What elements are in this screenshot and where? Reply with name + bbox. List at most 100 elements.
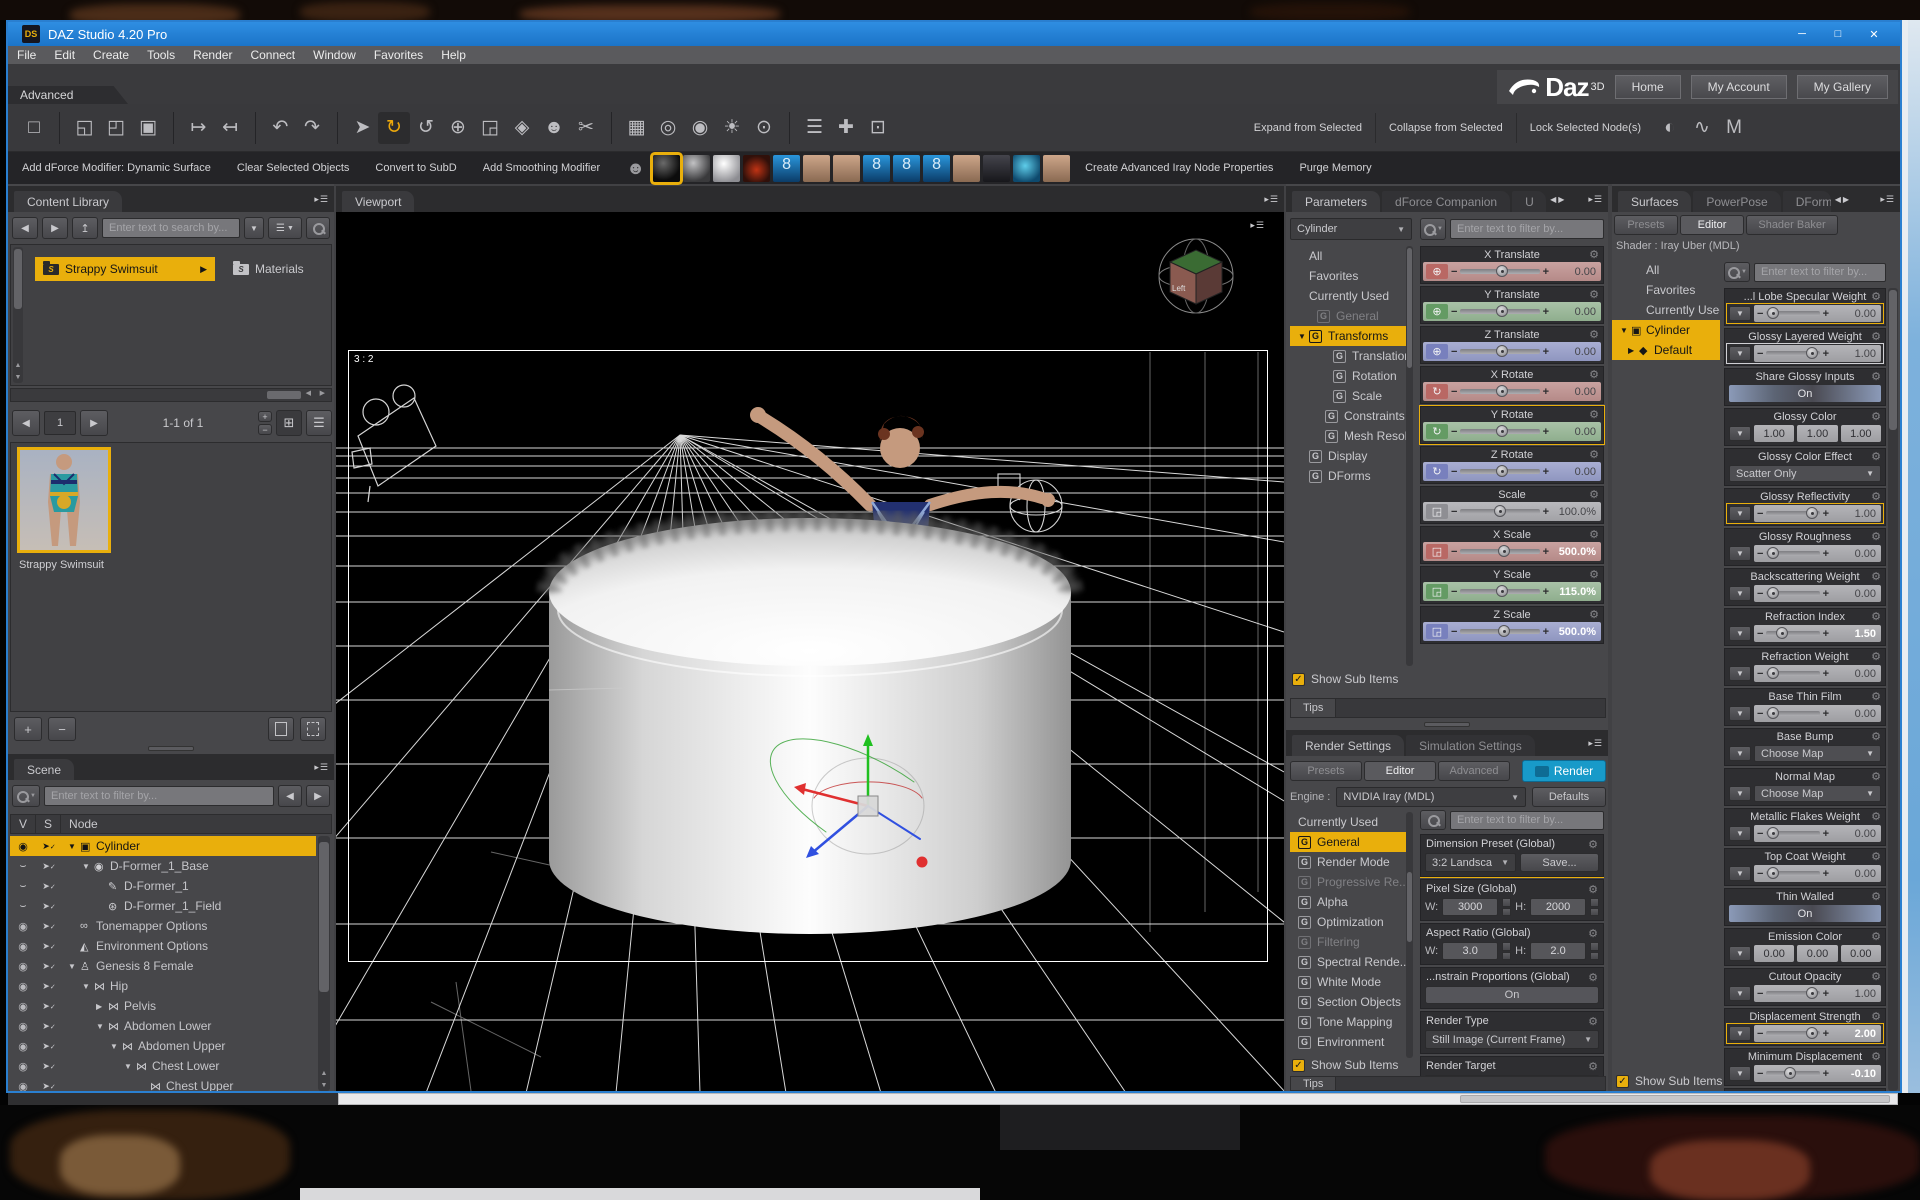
nudge-up-button[interactable]: + — [1823, 708, 1829, 720]
scroll-down-arrow[interactable]: ▼ — [13, 374, 23, 381]
add-button[interactable]: + — [14, 717, 42, 741]
folder-item-materials[interactable]: S Materials — [225, 257, 329, 281]
slider-knob[interactable] — [1496, 585, 1508, 597]
workspace-tab-advanced[interactable]: Advanced — [8, 86, 128, 104]
nudge-up-button[interactable]: + — [1823, 308, 1829, 320]
collapse-from-selected-button[interactable]: Collapse from Selected — [1375, 113, 1516, 143]
nudge-down-button[interactable]: − — [1451, 426, 1457, 438]
nudge-up-button[interactable]: + — [1543, 386, 1549, 398]
back-button[interactable]: ◀ — [12, 217, 38, 239]
slider-track[interactable] — [1766, 1031, 1819, 1036]
column-node[interactable]: Node — [61, 815, 106, 833]
expand-arrow-icon[interactable]: ▼ — [124, 1062, 136, 1071]
scene-tree-row[interactable]: ⌣ ➤✓ ▼ ◉ D-Former_1_Base — [10, 856, 316, 876]
property-value[interactable]: 0.00 — [1832, 708, 1878, 720]
render-settings-nav-item[interactable]: G Filtering — [1290, 932, 1412, 952]
camera-icon[interactable]: ⊙ — [748, 112, 780, 144]
aspect-height-field[interactable]: 2.0 — [1530, 942, 1586, 960]
constrain-toggle[interactable]: On — [1425, 986, 1599, 1004]
tab-scroll-left-icon[interactable]: ◀ — [1550, 195, 1556, 204]
slider-track[interactable] — [1766, 631, 1819, 636]
iray-preview-icon[interactable]: ◐ — [1654, 112, 1686, 144]
target-icon[interactable]: ✚ — [830, 112, 862, 144]
nudge-up-button[interactable]: + — [1823, 348, 1829, 360]
filter-button[interactable]: ▼ — [1420, 218, 1446, 240]
parameter-value[interactable]: 500.0% — [1552, 626, 1598, 638]
tab-clipped[interactable]: U — [1512, 191, 1546, 212]
map-dropdown-icon[interactable]: ▼ — [1729, 1026, 1751, 1041]
property-value[interactable]: -0.10 — [1832, 1068, 1878, 1080]
selectable-cursor-icon[interactable]: ➤✓ — [36, 1081, 62, 1092]
slider-track[interactable] — [1766, 311, 1819, 316]
scene-node-label[interactable]: Genesis 8 Female — [96, 959, 193, 973]
viewport-3d[interactable]: 3 : 2 Left ▸☰ — [336, 212, 1284, 1091]
lock-selected-nodes-button[interactable]: Lock Selected Node(s) — [1516, 113, 1654, 143]
viewport-menu-icon[interactable]: ▸☰ — [1250, 220, 1264, 231]
map-dropdown-icon[interactable]: ▼ — [1729, 946, 1751, 961]
gear-icon[interactable]: ⚙ — [1588, 971, 1598, 984]
nudge-up-button[interactable]: + — [1823, 548, 1829, 560]
color-r-value[interactable]: 0.00 — [1754, 945, 1794, 962]
menu-tools[interactable]: Tools — [138, 48, 184, 62]
mesh-grid-tool-icon[interactable]: ▦ — [611, 112, 652, 144]
parameter-value[interactable]: 0.00 — [1552, 346, 1598, 358]
selectable-cursor-icon[interactable]: ➤✓ — [36, 1041, 62, 1052]
slider-track[interactable] — [1460, 389, 1539, 394]
pane-menu-icon[interactable]: ▸☰ — [314, 194, 328, 205]
genesis8-thumb[interactable] — [773, 155, 800, 182]
folder-hscrollbar[interactable]: ◀ ▶ — [10, 388, 332, 402]
folder-scrollbar[interactable]: ▲ ▼ — [13, 247, 23, 383]
scroll-up-arrow[interactable]: ▲ — [13, 362, 23, 369]
map-dropdown-icon[interactable]: ▼ — [1729, 786, 1751, 801]
menu-create[interactable]: Create — [84, 48, 138, 62]
slider-track[interactable] — [1460, 589, 1539, 594]
selectable-cursor-icon[interactable]: ➤✓ — [36, 901, 62, 912]
scene-tree-row[interactable]: ◉ ➤✓ ▼ ♙ Genesis 8 Female — [10, 956, 316, 976]
node-selection-tool-icon[interactable]: ➤ — [337, 112, 378, 144]
panel-splitter[interactable] — [148, 746, 194, 751]
gear-icon[interactable]: ⚙ — [1871, 290, 1881, 303]
parameters-nav-item[interactable]: G DForms — [1290, 466, 1412, 486]
pane-menu-icon[interactable]: ▸☰ — [1880, 194, 1894, 205]
visibility-eye-icon[interactable]: ◉ — [10, 1060, 36, 1073]
add-dforce-modifier-button[interactable]: Add dForce Modifier: Dynamic Surface — [22, 162, 211, 174]
nudge-down-button[interactable]: − — [1757, 1028, 1763, 1040]
selectable-cursor-icon[interactable]: ➤✓ — [36, 861, 62, 872]
surfaces-nav-item[interactable]: All — [1612, 260, 1720, 280]
property-value[interactable]: 1.00 — [1832, 348, 1878, 360]
show-sub-items-row[interactable]: ✓ Show Sub Items — [1616, 1074, 1722, 1088]
map-dropdown-icon[interactable]: ▼ — [1729, 626, 1751, 641]
light-icon[interactable]: ☀ — [716, 112, 748, 144]
property-value[interactable]: 1.00 — [1832, 988, 1878, 1000]
scene-node-label[interactable]: D-Former_1 — [124, 879, 189, 893]
parameters-nav-item[interactable]: ▼ G Transforms — [1290, 326, 1412, 346]
filter-button[interactable]: ▼ — [1724, 262, 1750, 282]
gear-icon[interactable]: ⚙ — [1871, 370, 1881, 383]
scene-forward-button[interactable]: ▶ — [306, 785, 330, 807]
visibility-eye-icon[interactable]: ◉ — [10, 1020, 36, 1033]
gear-icon[interactable]: ⚙ — [1588, 883, 1598, 896]
scene-node-label[interactable]: Cylinder — [96, 839, 140, 853]
redo-icon[interactable]: ↷ — [296, 112, 328, 144]
nudge-down-button[interactable]: − — [1757, 308, 1763, 320]
slider-knob[interactable] — [1496, 425, 1508, 437]
menu-help[interactable]: Help — [432, 48, 475, 62]
gear-icon[interactable]: ⚙ — [1871, 810, 1881, 823]
nudge-up-button[interactable]: + — [1823, 828, 1829, 840]
tab-dform[interactable]: DForm — [1783, 191, 1831, 212]
nudge-down-button[interactable]: − — [1757, 828, 1763, 840]
genesis8-thumb[interactable] — [893, 155, 920, 182]
tab-scene[interactable]: Scene — [14, 759, 74, 780]
slider-track[interactable] — [1460, 269, 1539, 274]
visibility-eye-icon[interactable]: ◉ — [10, 1000, 36, 1013]
list-view-button[interactable]: ☰ — [306, 410, 332, 436]
menu-favorites[interactable]: Favorites — [365, 48, 432, 62]
render-settings-nav-item[interactable]: G Render Mode — [1290, 852, 1412, 872]
subtab-presets[interactable]: Presets — [1614, 215, 1678, 235]
map-dropdown-icon[interactable]: ▼ — [1729, 306, 1751, 321]
color-b-value[interactable]: 0.00 — [1841, 945, 1881, 962]
gear-icon[interactable]: ⚙ — [1589, 288, 1599, 301]
create-advanced-iray-node-properties-button[interactable]: Create Advanced Iray Node Properties — [1085, 162, 1273, 174]
shader-ball-white-thumb[interactable] — [713, 155, 740, 182]
my-gallery-button[interactable]: My Gallery — [1797, 75, 1888, 99]
